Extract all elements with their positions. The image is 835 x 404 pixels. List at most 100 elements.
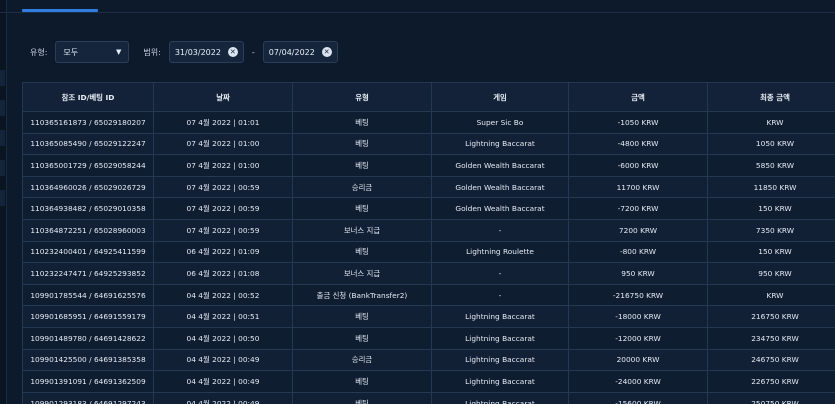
cell-reference-id: 109901391091 / 64691362509	[22, 370, 154, 393]
range-filter-label: 범위:	[143, 47, 161, 57]
cell-game: Golden Wealth Baccarat	[431, 154, 569, 177]
cell-type: 베팅	[292, 132, 432, 156]
table-row: 110365001729 / 65029058244 07 4월 2022 | 0…	[22, 154, 835, 177]
cell-type: 출금 신청 (BankTransfer2)	[292, 283, 432, 307]
cell-final-amount: KRW	[707, 111, 835, 134]
cell-reference-id: 110365085490 / 65029122247	[22, 132, 154, 156]
cell-game: -	[431, 262, 569, 285]
cell-final-amount: 11850 KRW	[707, 175, 835, 199]
cell-reference-id: 110364960026 / 65029026729	[22, 175, 154, 199]
column-header-reference-id[interactable]: 참조 ID/베팅 ID	[22, 82, 154, 112]
cell-reference-id: 109901425500 / 64691385358	[22, 348, 154, 372]
cell-type: 베팅	[292, 370, 432, 393]
cell-date: 07 4월 2022 | 01:01	[153, 111, 293, 134]
cell-type: 베팅	[292, 154, 432, 177]
table-row: 110232400401 / 64925411599 06 4월 2022 | 0…	[22, 240, 835, 264]
cell-amount: -6000 KRW	[568, 154, 708, 177]
cell-game: Lightning Baccarat	[431, 391, 569, 404]
clear-icon[interactable]: ✕	[321, 47, 332, 57]
clear-icon[interactable]: ✕	[227, 47, 238, 57]
cell-date: 06 4월 2022 | 01:08	[153, 262, 293, 285]
cell-amount: 20000 KRW	[568, 348, 708, 372]
column-header-game[interactable]: 게임	[431, 82, 569, 112]
tab-bar	[0, 0, 835, 13]
transactions-table-container: 참조 ID/베팅 ID 날짜 유형 게임 금액 최종 금액 1103651618…	[22, 82, 835, 404]
table-header-row: 참조 ID/베팅 ID 날짜 유형 게임 금액 최종 금액	[22, 82, 835, 112]
cell-final-amount: 150 KRW	[707, 240, 835, 264]
cell-game: Super Sic Bo	[431, 111, 569, 134]
filter-bar: 유형: 모두 ▼ 범위: 31/03/2022 ✕ - 07/04/2022 ✕	[30, 40, 338, 64]
cell-date: 06 4월 2022 | 01:09	[153, 240, 293, 264]
cell-game: Golden Wealth Baccarat	[431, 175, 569, 199]
cell-game: Lightning Baccarat	[431, 132, 569, 156]
cell-reference-id: 109901489780 / 64691428622	[22, 326, 154, 350]
cell-date: 04 4월 2022 | 00:52	[153, 283, 293, 307]
table-row: 109901293183 / 64691297243 04 4월 2022 | 0…	[22, 391, 835, 404]
cell-final-amount: 150 KRW	[707, 197, 835, 220]
column-header-type[interactable]: 유형	[292, 82, 432, 112]
column-header-amount[interactable]: 금액	[568, 82, 708, 112]
cell-game: -	[431, 283, 569, 307]
table-row: 109901785544 / 64691625576 04 4월 2022 | 0…	[22, 283, 835, 307]
date-to-value: 07/04/2022	[268, 47, 315, 57]
sidebar-segment	[0, 190, 5, 206]
table-row: 110364938482 / 65029010358 07 4월 2022 | 0…	[22, 197, 835, 220]
cell-amount: 11700 KRW	[568, 175, 708, 199]
date-to-field[interactable]: 07/04/2022 ✕	[262, 41, 338, 63]
tab-active-indicator[interactable]	[22, 9, 98, 12]
table-row: 110365085490 / 65029122247 07 4월 2022 | 0…	[22, 132, 835, 156]
cell-game: -	[431, 218, 569, 242]
sidebar-segment	[0, 70, 5, 86]
type-filter-label: 유형:	[30, 47, 48, 57]
date-from-field[interactable]: 31/03/2022 ✕	[168, 41, 244, 63]
cell-game: Lightning Baccarat	[431, 305, 569, 328]
cell-type: 베팅	[292, 111, 432, 134]
cell-date: 04 4월 2022 | 00:49	[153, 370, 293, 393]
cell-type: 베팅	[292, 197, 432, 220]
cell-amount: -15600 KRW	[568, 391, 708, 404]
cell-final-amount: 1050 KRW	[707, 132, 835, 156]
type-select-value: 모두	[63, 47, 79, 57]
cell-type: 베팅	[292, 305, 432, 328]
cell-amount: -24000 KRW	[568, 370, 708, 393]
cell-amount: -216750 KRW	[568, 283, 708, 307]
cell-amount: -18000 KRW	[568, 305, 708, 328]
cell-reference-id: 110364872251 / 65028960003	[22, 218, 154, 242]
cell-reference-id: 109901293183 / 64691297243	[22, 391, 154, 404]
cell-final-amount: 5850 KRW	[707, 154, 835, 177]
table-row: 110365161873 / 65029180207 07 4월 2022 | 0…	[22, 111, 835, 134]
table-row: 109901685951 / 64691559179 04 4월 2022 | 0…	[22, 305, 835, 328]
cell-game: Lightning Baccarat	[431, 348, 569, 372]
cell-reference-id: 110365161873 / 65029180207	[22, 111, 154, 134]
cell-date: 07 4월 2022 | 01:00	[153, 132, 293, 156]
cell-reference-id: 110365001729 / 65029058244	[22, 154, 154, 177]
cell-amount: -4800 KRW	[568, 132, 708, 156]
cell-type: 승리금	[292, 175, 432, 199]
cell-date: 04 4월 2022 | 00:51	[153, 305, 293, 328]
cell-final-amount: 250750 KRW	[707, 391, 835, 404]
cell-reference-id: 109901785544 / 64691625576	[22, 283, 154, 307]
cell-type: 보너스 지급	[292, 218, 432, 242]
cell-amount: -800 KRW	[568, 240, 708, 264]
caret-down-icon: ▼	[116, 48, 122, 56]
cell-game: Lightning Baccarat	[431, 370, 569, 393]
column-header-date[interactable]: 날짜	[153, 82, 293, 112]
sidebar-segment	[0, 160, 5, 176]
cell-final-amount: 246750 KRW	[707, 348, 835, 372]
cell-final-amount: 950 KRW	[707, 262, 835, 285]
cell-game: Lightning Baccarat	[431, 326, 569, 350]
table-row: 110364960026 / 65029026729 07 4월 2022 | 0…	[22, 175, 835, 199]
cell-final-amount: KRW	[707, 283, 835, 307]
cell-amount: -7200 KRW	[568, 197, 708, 220]
cell-final-amount: 226750 KRW	[707, 370, 835, 393]
cell-reference-id: 109901685951 / 64691559179	[22, 305, 154, 328]
type-select[interactable]: 모두 ▼	[55, 41, 130, 63]
cell-date: 07 4월 2022 | 00:59	[153, 197, 293, 220]
column-header-final-amount[interactable]: 최종 금액	[707, 82, 835, 112]
table-row: 109901425500 / 64691385358 04 4월 2022 | 0…	[22, 348, 835, 372]
cell-reference-id: 110232247471 / 64925293852	[22, 262, 154, 285]
cell-final-amount: 7350 KRW	[707, 218, 835, 242]
cell-type: 베팅	[292, 240, 432, 264]
cell-final-amount: 216750 KRW	[707, 305, 835, 328]
cell-date: 04 4월 2022 | 00:49	[153, 348, 293, 372]
